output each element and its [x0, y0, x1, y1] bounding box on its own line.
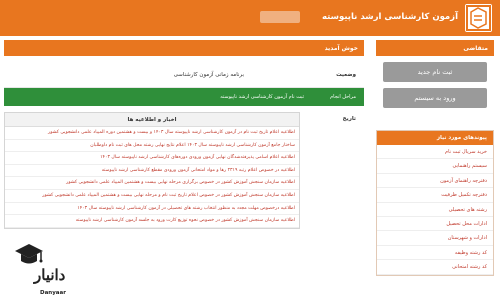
logo-icon [466, 5, 491, 31]
news-item[interactable]: اطلاعیه اعلام تاریخ ثبت نام در آزمون کار… [5, 127, 299, 140]
sidebar-link[interactable]: کد رشته وظیفه [377, 246, 493, 261]
header-bar: آزمون کارشناسی ارشد ناپیوسته [0, 0, 500, 36]
news-item[interactable]: ساختار جامع آزمون کارشناسی ارشد ناپیوسته… [5, 140, 299, 153]
date-label: تاریخ [342, 116, 356, 122]
sidebar-link[interactable]: ادارات و شهرستان [377, 231, 493, 246]
watermark: دانیار Danyaar [0, 232, 96, 304]
news-item[interactable]: اطلاعیه سازمان سنجش آموزش کشور در خصوص ن… [5, 215, 299, 228]
blurred-region [260, 11, 300, 23]
links-panel: پیوندهای مورد نیاز خرید سریال ثبت نام سی… [376, 130, 494, 276]
news-item[interactable]: اطلاعیه در خصوص اعلام رتبه ۲۳۱۹ رها و مو… [5, 165, 299, 178]
sidebar-link[interactable]: دفترچه راهنمای آزمون [377, 174, 493, 189]
status-label: وضعیت [336, 72, 356, 78]
register-button[interactable]: ثبت نام جدید [383, 62, 487, 82]
sidebar-link[interactable]: ادارات محل تحصیل [377, 217, 493, 232]
status-row: وضعیت برنامه زمانی آزمون کارشناسی [4, 66, 364, 88]
main-panel: خوش آمدید وضعیت برنامه زمانی آزمون کارشن… [4, 40, 364, 122]
action-row[interactable]: مراحل انجام ثبت نام آزمون کارشناسی ارشد … [4, 88, 364, 106]
sidebar-link[interactable]: خرید سریال ثبت نام [377, 145, 493, 160]
links-heading: پیوندهای مورد نیاز [377, 131, 493, 145]
news-item[interactable]: اطلاعیه سازمان سنجش آموزش کشور در خصوص ا… [5, 190, 299, 203]
sidebar-heading: متقاضی [376, 40, 494, 56]
sidebar-link[interactable]: سیستم راهنمایی [377, 159, 493, 174]
login-button[interactable]: ورود به سیستم [383, 88, 487, 108]
news-item[interactable]: اطلاعیه اعلام اسامی پذیرفته‌شدگان نهایی … [5, 152, 299, 165]
news-heading: اخبار و اطلاعیه ها [5, 113, 299, 127]
watermark-brand: دانیار [34, 266, 66, 284]
news-panel: اخبار و اطلاعیه ها اطلاعیه اعلام تاریخ ث… [4, 112, 300, 229]
action-label: مراحل انجام [330, 94, 356, 100]
sidebar: متقاضی ثبت نام جدید ورود به سیستم پیونده… [376, 40, 494, 276]
status-value: برنامه زمانی آزمون کارشناسی [173, 72, 244, 78]
sidebar-link[interactable]: رشته های تحصیلی [377, 203, 493, 217]
graduation-cap-icon [15, 244, 43, 264]
news-item[interactable]: اطلاعیه درخصوص مهلت مجدد به منظور انتخاب… [5, 203, 299, 216]
watermark-latin: Danyaar [40, 290, 66, 296]
main-heading: خوش آمدید [4, 40, 364, 56]
site-logo[interactable] [465, 4, 492, 32]
sidebar-link[interactable]: کد رشته امتحانی [377, 260, 493, 275]
news-item[interactable]: اطلاعیه سازمان سنجش آموزش کشور در خصوص ب… [5, 177, 299, 190]
action-value: ثبت نام آزمون کارشناسی ارشد ناپیوسته [220, 94, 304, 100]
sidebar-link[interactable]: دفترچه تکمیل ظرفیت [377, 188, 493, 203]
site-title: آزمون کارشناسی ارشد ناپیوسته [322, 12, 458, 22]
